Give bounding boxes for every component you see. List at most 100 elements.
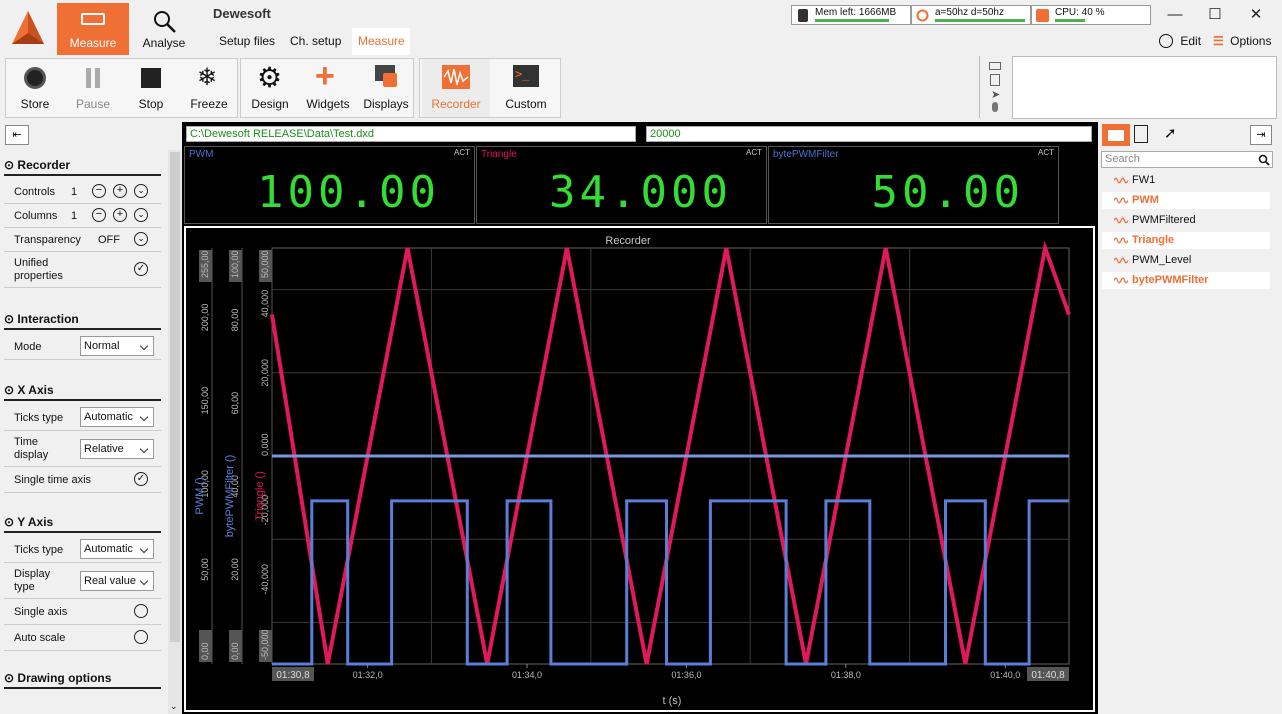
close-button[interactable]: ✕ (1236, 4, 1276, 26)
y-tick-label: -40,000 (260, 564, 270, 595)
tab-ch-setup[interactable]: Ch. setup (284, 28, 347, 55)
channel-item[interactable]: FW1 (1102, 172, 1270, 189)
display-type-select[interactable]: Real value (80, 571, 154, 591)
tab-measure[interactable]: Measure (57, 3, 129, 55)
note-icon[interactable] (990, 74, 1000, 86)
radio-empty-icon[interactable] (134, 604, 148, 618)
channel-item[interactable]: PWM_Level (1102, 252, 1270, 269)
y-tick-label: 255,00 (200, 250, 210, 278)
chevron-up-icon: ⊙ (4, 671, 15, 685)
design-button[interactable]: ⚙ Design (241, 59, 299, 117)
displays-icon (375, 65, 397, 87)
tab-measure-sub[interactable]: Measure (352, 28, 410, 55)
minus-icon[interactable]: − (92, 208, 106, 222)
tab-analyse[interactable]: Analyse (132, 3, 196, 55)
checkmark-icon[interactable]: ✓ (134, 262, 148, 276)
pause-icon (86, 68, 100, 88)
microphone-icon[interactable] (992, 102, 998, 112)
chevron-down-icon[interactable]: ⌄ (134, 184, 148, 198)
displays-button[interactable]: Displays (357, 59, 415, 117)
sync-bar (935, 19, 1025, 22)
pointer-icon[interactable]: ➚ (1164, 124, 1177, 142)
mode-select[interactable]: Normal (80, 336, 154, 356)
waveform-icon (1114, 277, 1128, 284)
channel-item[interactable]: PWM (1102, 192, 1270, 209)
digital-meter-bytepwmfilter[interactable]: bytePWMFilter ACT 50.00 (768, 146, 1059, 224)
section-x-axis[interactable]: ⊙ X Axis (4, 379, 161, 401)
channel-item[interactable]: Triangle (1102, 232, 1270, 249)
y-tick-label: 150,00 (200, 387, 210, 415)
channel-panel: ➚ ⇥ Search FW1 PWM PWMFiltered Triangle PWM_… (1098, 122, 1282, 714)
plus-circle-icon[interactable]: + (113, 208, 127, 222)
edit-button[interactable]: Edit (1159, 34, 1201, 48)
single-time-row: Single time axis ✓ (4, 467, 161, 493)
maximize-button[interactable]: ☐ (1195, 4, 1235, 26)
properties-sidebar: ⊙ Recorder Controls 1 − + ⌄ Columns 1 − … (0, 150, 168, 714)
y-tick-label: 20,00 (230, 558, 240, 581)
y-tick-label: 80,00 (230, 309, 240, 332)
channel-item[interactable]: bytePWMFilter (1102, 272, 1270, 289)
minus-icon[interactable]: − (92, 184, 106, 198)
keyboard-icon[interactable] (989, 62, 1001, 70)
stop-button[interactable]: Stop (122, 59, 180, 117)
x-axis-label: t (s) (663, 695, 682, 707)
magnifier-icon (154, 11, 176, 33)
radio-empty-icon[interactable] (134, 630, 148, 644)
collapse-left-button[interactable]: ⇤ (5, 125, 29, 145)
recorder-chart[interactable]: Recorder 0,00 50,00 100,00 150,00 200,00 255,0… (186, 228, 1093, 710)
waveform-icon (1114, 217, 1128, 224)
pause-button[interactable]: Pause (64, 59, 122, 117)
recorder-button[interactable]: Recorder (422, 59, 490, 117)
collapse-right-button[interactable]: ⇥ (1250, 125, 1272, 145)
custom-button[interactable]: >_ Custom (492, 59, 560, 117)
display-type-row: Display type Real value (4, 563, 161, 599)
scroll-down-icon[interactable]: ⌄ (170, 701, 178, 712)
chevron-up-icon: ⊙ (4, 158, 15, 172)
section-y-axis[interactable]: ⊙ Y Axis (4, 511, 161, 533)
waveform-icon (1114, 257, 1128, 264)
scrollbar-thumb[interactable] (170, 152, 180, 642)
cpu-icon (1036, 9, 1049, 22)
folder-icon[interactable] (1102, 124, 1130, 146)
sidebar-scrollbar[interactable]: ⌄ (168, 150, 182, 714)
plus-circle-icon[interactable]: + (113, 184, 127, 198)
channel-name: bytePWMFilter (1132, 274, 1209, 286)
clipboard-icon[interactable] (1134, 125, 1148, 143)
x-ticks-select[interactable]: Automatic (80, 407, 154, 427)
cursor-icon[interactable]: ➤ (991, 88, 1000, 101)
section-drawing-options[interactable]: ⊙ Drawing options (4, 667, 161, 689)
options-button[interactable]: ☰ Options (1213, 34, 1271, 48)
recorder-panel[interactable]: Recorder 0,00 50,00 100,00 150,00 200,00 255,0… (184, 226, 1095, 712)
chevron-down-icon[interactable]: ⌄ (134, 232, 148, 246)
channel-item[interactable]: PWMFiltered (1102, 212, 1270, 229)
minimize-button[interactable]: — (1155, 4, 1195, 26)
menu-icon: ☰ (1213, 34, 1224, 48)
freeze-button[interactable]: ❄ Freeze (180, 59, 238, 117)
section-recorder[interactable]: ⊙ Recorder (4, 154, 161, 176)
file-path-field[interactable]: C:\Dewesoft RELEASE\Data\Test.dxd (186, 126, 636, 142)
store-button[interactable]: Store (6, 59, 64, 117)
snowflake-icon: ❄ (197, 64, 218, 91)
section-interaction[interactable]: ⊙ Interaction (4, 308, 161, 330)
sync-icon (916, 9, 929, 22)
x-tick-label: 01:40,0 (990, 670, 1020, 680)
checkmark-icon[interactable]: ✓ (134, 472, 148, 486)
memory-bar (815, 19, 889, 22)
channel-search[interactable]: Search (1101, 151, 1273, 168)
notes-panel[interactable] (1012, 56, 1277, 119)
sample-rate-field[interactable]: 20000 (646, 126, 1092, 142)
search-icon (1258, 154, 1270, 166)
y-tick-label: 50,00 (200, 558, 210, 581)
y-ticks-select[interactable]: Automatic (80, 539, 154, 559)
record-icon (24, 67, 46, 89)
digital-meter-pwm[interactable]: PWM ACT 100.00 (184, 146, 475, 224)
mode-row: Mode Normal (4, 334, 161, 360)
tab-setup-files[interactable]: Setup files (213, 28, 281, 55)
time-display-select[interactable]: Relative (80, 439, 154, 459)
y-tick-label: 40,000 (260, 290, 270, 318)
digital-meter-triangle[interactable]: Triangle ACT 34.000 (476, 146, 767, 224)
channel-name: PWM_Level (1132, 254, 1192, 266)
chevron-down-icon[interactable]: ⌄ (134, 208, 148, 222)
y-tick-label: 60,00 (230, 392, 240, 415)
widgets-button[interactable]: + Widgets (299, 57, 357, 117)
